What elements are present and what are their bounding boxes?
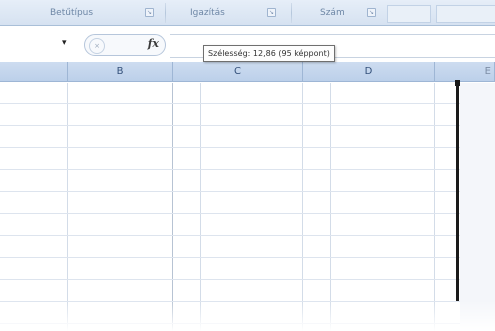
column-header-a[interactable] (0, 62, 68, 82)
column-header-b[interactable]: B (68, 62, 173, 82)
column-width-tooltip: Szélesség: 12,86 (95 képpont) (203, 45, 335, 62)
font-dialog-launcher-icon[interactable]: ↘ (145, 8, 154, 17)
insert-function-button[interactable]: fx (148, 37, 159, 50)
cancel-icon[interactable]: × (89, 38, 105, 54)
number-dialog-launcher-icon[interactable]: ↘ (367, 8, 376, 17)
column-gridline (330, 83, 331, 331)
column-gridline (172, 83, 173, 331)
row-gridline (0, 279, 460, 280)
ribbon-group-slot (436, 5, 495, 23)
column-e-area[interactable] (460, 83, 495, 331)
row-gridline (0, 103, 460, 104)
name-box-dropdown-icon[interactable]: ▾ (62, 38, 67, 48)
ribbon-group-slot (387, 5, 431, 23)
column-header-c[interactable]: C (173, 62, 303, 82)
column-gridline (302, 83, 303, 331)
row-gridline (0, 257, 460, 258)
row-gridline (0, 125, 460, 126)
column-gridline (434, 83, 435, 331)
column-gridline (200, 83, 201, 331)
alignment-dialog-launcher-icon[interactable]: ↘ (267, 8, 276, 17)
ribbon-group-labels: Betűtípus ↘ Igazítás ↘ Szám ↘ (0, 0, 495, 26)
group-label-alignment: Igazítás (190, 8, 225, 18)
column-header-e[interactable]: E (435, 62, 495, 82)
group-label-number: Szám (320, 8, 345, 18)
row-gridline (0, 235, 460, 236)
cell-grid[interactable] (0, 83, 495, 331)
formula-buttons: × fx (84, 34, 166, 56)
row-gridline (0, 169, 460, 170)
column-header-d[interactable]: D (303, 62, 435, 82)
row-gridline (0, 147, 460, 148)
row-gridline (0, 213, 460, 214)
group-label-font: Betűtípus (50, 8, 94, 18)
column-gridline (67, 83, 68, 331)
ribbon-separator (291, 3, 292, 23)
column-resize-guide (456, 83, 459, 301)
row-gridline (0, 191, 460, 192)
bottom-fade (0, 300, 495, 331)
ribbon-separator (165, 3, 166, 23)
